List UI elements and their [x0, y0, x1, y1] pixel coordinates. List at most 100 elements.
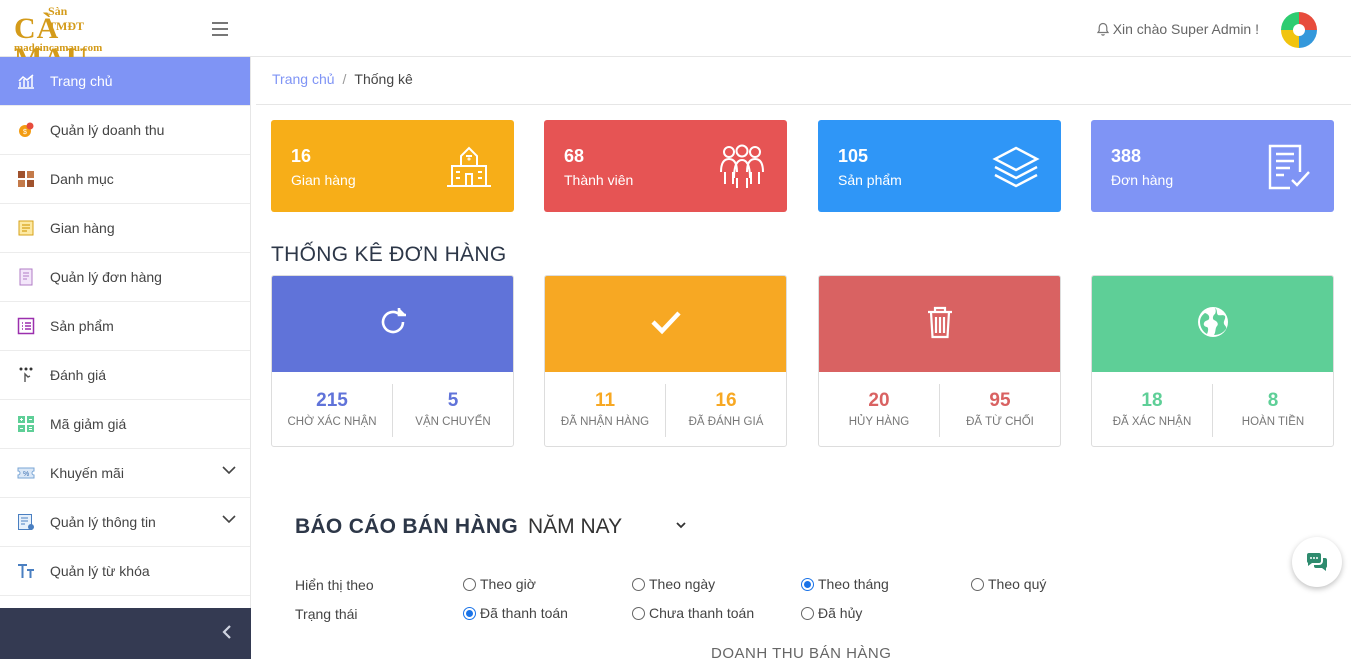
order-stat-value: 18	[1141, 390, 1163, 411]
logo-line-3: madeincamau.com	[14, 42, 103, 54]
stat-card[interactable]: 68 Thành viên	[544, 120, 787, 212]
divider	[256, 104, 1351, 105]
checklist-icon	[1264, 142, 1314, 192]
breadcrumb: Trang chủ / Thống kê	[272, 71, 413, 87]
check-icon	[648, 304, 684, 345]
sidebar-item-label: Sản phẩm	[50, 318, 114, 334]
radio-dot[interactable]	[632, 577, 645, 591]
sidebar-item-label: Trang chủ	[50, 73, 113, 89]
order-stat[interactable]: 11 ĐÃ NHẬN HÀNG	[545, 384, 665, 437]
order-card-header	[1092, 276, 1333, 372]
radio-dot[interactable]	[971, 577, 984, 591]
radio-dot[interactable]	[801, 577, 814, 591]
stat-label: Thành viên	[564, 172, 634, 188]
status-radio[interactable]: Chưa thanh toán	[632, 605, 754, 621]
sidebar-item[interactable]: Gian hàng	[0, 204, 250, 253]
sidebar-item[interactable]: Quản lý từ khóa	[0, 547, 250, 596]
display-filter-label: Hiển thị theo	[295, 577, 374, 593]
radio-label: Theo quý	[988, 576, 1047, 592]
avatar[interactable]	[1281, 12, 1317, 48]
order-stat-label: ĐÃ TỪ CHỐI	[966, 416, 1034, 428]
logo[interactable]: Sàn TMĐT CÀ MAU madeincamau.com	[10, 4, 105, 74]
order-stat-value: 5	[447, 390, 459, 411]
breadcrumb-separator: /	[342, 71, 347, 87]
sidebar-item[interactable]: % Khuyến mãi	[0, 449, 250, 498]
chevron-down-icon[interactable]	[222, 466, 236, 474]
menu-toggle-icon[interactable]	[212, 22, 228, 36]
sidebar-item[interactable]: Quản lý thông tin	[0, 498, 250, 547]
stat-value: 16	[291, 146, 312, 166]
sidebar-item[interactable]: $ Quản lý doanh thu	[0, 106, 250, 155]
order-stat-value: 95	[989, 390, 1011, 411]
status-filter-label: Trạng thái	[295, 606, 358, 622]
stat-card[interactable]: 105 Sản phẩm	[818, 120, 1061, 212]
chat-button[interactable]	[1292, 537, 1342, 587]
top-bar: Sàn TMĐT CÀ MAU madeincamau.com Xin chào…	[0, 0, 1351, 74]
order-stat-card[interactable]: 20 HỦY HÀNG 95 ĐÃ TỪ CHỐI	[818, 275, 1061, 447]
sidebar-item[interactable]: Mã giảm giá	[0, 400, 250, 449]
stat-value: 68	[564, 146, 585, 166]
order-stat-label: ĐÃ XÁC NHẬN	[1112, 416, 1192, 428]
sidebar-item-label: Quản lý thông tin	[50, 514, 156, 530]
order-stat-label: HỦY HÀNG	[848, 416, 910, 428]
radio-dot[interactable]	[632, 606, 645, 620]
radio-label: Chưa thanh toán	[649, 605, 755, 621]
order-icon	[16, 267, 36, 287]
store-icon	[16, 218, 36, 238]
sidebar-item-label: Danh mục	[50, 171, 114, 187]
sidebar-item[interactable]: Đánh giá	[0, 351, 250, 400]
order-card-header	[272, 276, 513, 372]
sidebar-item[interactable]: Danh mục	[0, 155, 250, 204]
promotion-icon: %	[16, 463, 36, 483]
collapse-sidebar-icon[interactable]	[221, 624, 233, 640]
sidebar-item[interactable]: Trang chủ	[0, 57, 250, 106]
radio-dot[interactable]	[801, 606, 814, 620]
rating-icon	[16, 365, 36, 385]
chevron-down-icon[interactable]	[676, 521, 686, 529]
order-stat[interactable]: 215 CHỜ XÁC NHẬN	[272, 384, 392, 437]
report-header: BÁO CÁO BÁN HÀNG NĂM NAY	[295, 515, 686, 539]
status-radio[interactable]: Đã thanh toán	[463, 605, 568, 621]
order-stat-card[interactable]: 11 ĐÃ NHẬN HÀNG 16 ĐÃ ĐÁNH GIÁ	[544, 275, 787, 447]
order-stat-value: 16	[715, 390, 737, 411]
order-stat[interactable]: 5 VẬN CHUYỂN	[392, 384, 513, 437]
radio-label: Đã hủy	[818, 605, 863, 621]
order-stat[interactable]: 95 ĐÃ TỪ CHỐI	[939, 384, 1060, 437]
report-title: BÁO CÁO BÁN HÀNG	[295, 515, 518, 538]
order-stat[interactable]: 20 HỦY HÀNG	[819, 384, 939, 437]
product-icon	[16, 316, 36, 336]
order-stat-value: 215	[316, 390, 348, 411]
sidebar-item[interactable]: Sản phẩm	[0, 302, 250, 351]
radio-dot[interactable]	[463, 577, 476, 591]
stat-card[interactable]: 388 Đơn hàng	[1091, 120, 1334, 212]
report-period-select[interactable]: NĂM NAY	[528, 515, 622, 539]
sidebar-item-label: Gian hàng	[50, 220, 115, 236]
order-stat[interactable]: 16 ĐÃ ĐÁNH GIÁ	[665, 384, 786, 437]
display-mode-radio[interactable]: Theo giờ	[463, 576, 536, 592]
order-card-header	[545, 276, 786, 372]
sidebar: Trang chủ $ Quản lý doanh thu Danh mục Gian …	[0, 57, 251, 659]
order-stat-label: ĐÃ NHẬN HÀNG	[560, 416, 650, 428]
breadcrumb-current: Thống kê	[354, 71, 413, 87]
display-mode-radio[interactable]: Theo quý	[971, 576, 1046, 592]
order-stat-value: 11	[594, 390, 616, 411]
display-mode-radio[interactable]: Theo tháng	[801, 576, 889, 592]
order-stat[interactable]: 8 HOÀN TIỀN	[1212, 384, 1333, 437]
sidebar-item-label: Quản lý đơn hàng	[50, 269, 162, 285]
breadcrumb-home-link[interactable]: Trang chủ	[272, 71, 335, 87]
user-greeting[interactable]: Xin chào Super Admin !	[1096, 21, 1259, 37]
status-radio[interactable]: Đã hủy	[801, 605, 862, 621]
stat-card[interactable]: 16 Gian hàng	[271, 120, 514, 212]
info-icon	[16, 512, 36, 532]
display-mode-radio[interactable]: Theo ngày	[632, 576, 715, 592]
order-stat-card[interactable]: 215 CHỜ XÁC NHẬN 5 VẬN CHUYỂN	[271, 275, 514, 447]
refresh-icon	[375, 304, 411, 345]
radio-dot[interactable]	[463, 606, 476, 620]
radio-label: Đã thanh toán	[480, 605, 568, 621]
order-stat[interactable]: 18 ĐÃ XÁC NHẬN	[1092, 384, 1212, 437]
order-stat-card[interactable]: 18 ĐÃ XÁC NHẬN 8 HOÀN TIỀN	[1091, 275, 1334, 447]
chevron-down-icon[interactable]	[222, 515, 236, 523]
revenue-icon: $	[16, 120, 36, 140]
sidebar-item[interactable]: Quản lý đơn hàng	[0, 253, 250, 302]
stat-value: 388	[1111, 146, 1142, 166]
